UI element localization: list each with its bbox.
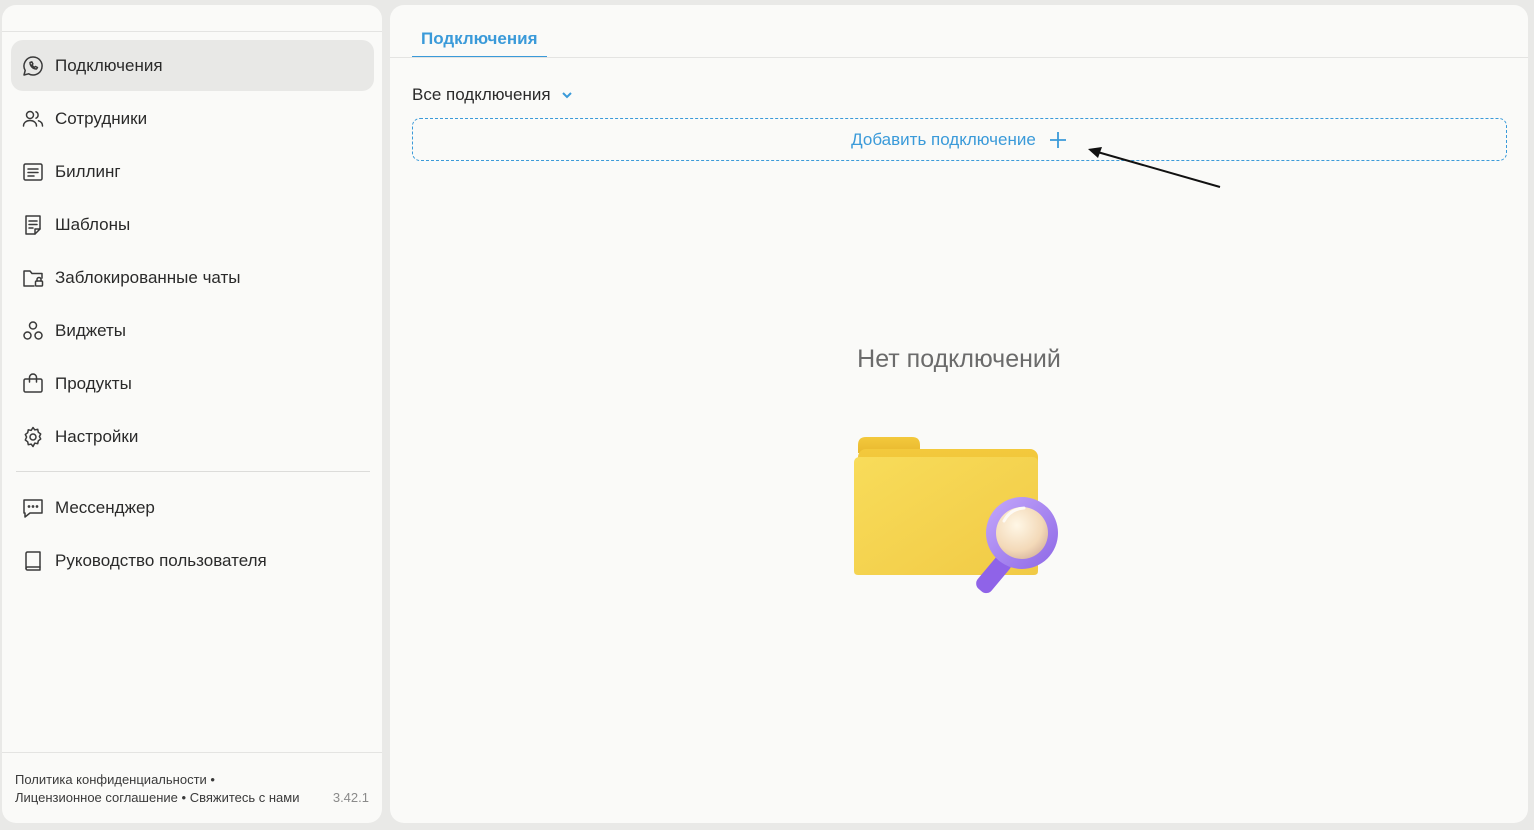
privacy-policy-link[interactable]: Политика конфиденциальности bbox=[15, 772, 207, 787]
footer-separator: • bbox=[181, 790, 187, 805]
sidebar-item-connections[interactable]: Подключения bbox=[11, 40, 374, 91]
sidebar: Подключения Сотрудники Биллинг Шаблоны З… bbox=[2, 5, 382, 823]
empty-state-title: Нет подключений bbox=[857, 345, 1061, 373]
sidebar-footer-divider bbox=[2, 752, 382, 753]
sidebar-item-label: Заблокированные чаты bbox=[55, 267, 241, 287]
sidebar-item-templates[interactable]: Шаблоны bbox=[11, 199, 374, 250]
license-agreement-link[interactable]: Лицензионное соглашение bbox=[15, 790, 178, 805]
sidebar-item-label: Виджеты bbox=[55, 320, 127, 340]
tabs-divider bbox=[390, 57, 1528, 58]
sidebar-item-label: Настройки bbox=[55, 426, 139, 446]
sidebar-item-label: Продукты bbox=[55, 373, 132, 393]
empty-folder-magnifier-illustration bbox=[854, 437, 1058, 594]
chevron-down-icon bbox=[561, 89, 573, 101]
document-icon bbox=[21, 213, 45, 237]
circles-icon bbox=[21, 319, 45, 343]
locked-folder-icon bbox=[21, 266, 45, 290]
sidebar-item-label: Биллинг bbox=[55, 161, 121, 181]
receipt-icon bbox=[21, 160, 45, 184]
sidebar-item-settings[interactable]: Настройки bbox=[11, 411, 374, 462]
add-connection-label: Добавить подключение bbox=[851, 129, 1036, 149]
footer-separator: • bbox=[210, 772, 215, 787]
chat-icon bbox=[21, 496, 45, 520]
plus-icon bbox=[1048, 130, 1068, 150]
sidebar-item-billing[interactable]: Биллинг bbox=[11, 146, 374, 197]
sidebar-item-employees[interactable]: Сотрудники bbox=[11, 93, 374, 144]
sidebar-item-blocked-chats[interactable]: Заблокированные чаты bbox=[11, 252, 374, 303]
tab-connections[interactable]: Подключения bbox=[412, 27, 547, 58]
sidebar-item-widgets[interactable]: Виджеты bbox=[11, 305, 374, 356]
contact-us-link[interactable]: Свяжитесь с нами bbox=[190, 790, 300, 805]
sidebar-footer: Политика конфиденциальности • Лицензионн… bbox=[15, 771, 375, 807]
sidebar-item-label: Руководство пользователя bbox=[55, 550, 267, 570]
sidebar-item-label: Мессенджер bbox=[55, 497, 155, 517]
sidebar-item-messenger[interactable]: Мессенджер bbox=[11, 482, 374, 533]
sidebar-item-label: Шаблоны bbox=[55, 214, 131, 234]
sidebar-item-label: Подключения bbox=[55, 55, 163, 75]
bag-icon bbox=[21, 372, 45, 396]
sidebar-item-user-guide[interactable]: Руководство пользователя bbox=[11, 535, 374, 586]
sidebar-item-products[interactable]: Продукты bbox=[11, 358, 374, 409]
annotation-arrow bbox=[1088, 147, 1221, 188]
main-panel: Подключения Все подключения Добавить под… bbox=[390, 5, 1528, 823]
sidebar-divider bbox=[16, 471, 370, 472]
gear-icon bbox=[21, 425, 45, 449]
add-connection-button[interactable]: Добавить подключение bbox=[412, 118, 1507, 161]
sidebar-item-label: Сотрудники bbox=[55, 108, 148, 128]
users-icon bbox=[21, 107, 45, 131]
filter-label: Все подключения bbox=[412, 85, 551, 104]
app-version: 3.42.1 bbox=[332, 790, 369, 805]
sidebar-top-divider bbox=[2, 31, 382, 32]
connections-filter-dropdown[interactable]: Все подключения bbox=[412, 85, 573, 105]
book-icon bbox=[21, 549, 45, 573]
whatsapp-icon bbox=[21, 54, 45, 78]
